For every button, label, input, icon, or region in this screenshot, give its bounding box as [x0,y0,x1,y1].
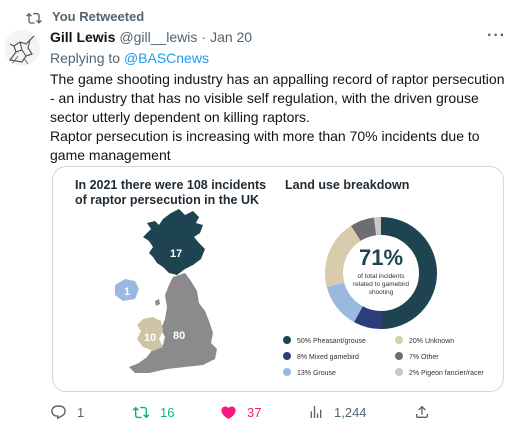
donut-percent: 71% [359,245,403,270]
share-icon [416,405,428,418]
tweet-date[interactable]: Jan 20 [210,29,252,45]
legend-label: 2% Pigeon fancier/racer [409,370,484,377]
reply-icon [51,405,66,420]
retweet-icon [26,12,42,24]
reply-button[interactable]: 1 [50,404,84,421]
tweet-text: The game shooting industry has an appall… [50,70,512,165]
donut-caption-line3: shooting [369,289,394,296]
retweet-count: 16 [160,405,175,420]
legend-swatch [283,336,291,344]
replying-to: Replying to @BASCnews [50,50,209,66]
infographic-svg: In 2021 there were 108 incidents of rapt… [75,178,484,377]
views-chart-icon [310,406,322,418]
label-wales: 10 [144,332,156,344]
left-title-line2: of raptor persecution in the UK [75,193,259,207]
left-title-line1: In 2021 there were 108 incidents [75,178,266,192]
like-button[interactable]: 37 [220,404,261,421]
separator-dot: · [201,29,207,45]
map-isle-of-man-icon [155,299,160,306]
author-name[interactable]: Gill Lewis [50,29,115,45]
retweet-button[interactable]: 16 [132,404,174,421]
donut-caption-line1: of total incidents [358,273,406,280]
map-scotland [143,209,205,275]
legend-swatch [395,336,403,344]
legend-swatch [283,368,291,376]
replying-to-label: Replying to [50,50,121,66]
author-avatar[interactable] [4,30,40,66]
uk-map: 17 1 10 80 [115,209,217,373]
share-button[interactable] [414,404,440,420]
legend-swatch [395,368,403,376]
heart-icon [221,406,236,419]
donut-legend: 50% Pheasant/grouse 20% Unknown 8% Mixed g… [283,336,484,377]
legend-swatch [283,352,291,360]
avatar-drawing-icon [4,30,40,66]
legend-label: 8% Mixed gamebird [297,354,359,361]
retweet-action-icon [132,406,150,419]
tweet-paragraph-2: Raptor persecution is increasing with mo… [50,128,480,163]
retweeted-indicator: You Retweeted [26,9,144,24]
legend-label: 13% Grouse [297,370,336,377]
more-options-icon[interactable]: ··· [487,27,506,45]
legend-swatch [395,352,403,360]
donut-slice-grouse [326,281,364,323]
replying-to-link[interactable]: @BASCnews [124,50,209,66]
label-scotland: 17 [170,248,182,260]
tweet-actions: 1 16 37 1,244 [50,404,450,426]
tweet-paragraph-1: The game shooting industry has an appall… [50,71,505,125]
legend-label: 20% Unknown [409,338,454,345]
author-handle[interactable]: @gill__lewis [119,29,197,45]
label-northern-ireland: 1 [124,286,130,298]
legend-label: 7% Other [409,354,439,361]
like-count: 37 [247,405,262,420]
label-england: 80 [173,330,185,342]
views-button[interactable]: 1,244 [308,404,367,420]
donut-caption-line2: related to gamebird [353,281,409,288]
legend-label: 50% Pheasant/grouse [297,338,366,345]
reply-count: 1 [77,405,85,420]
right-title: Land use breakdown [285,178,409,192]
donut-slice-other [350,217,377,242]
donut-slice-unknown [325,225,362,287]
donut-slice-mixed-gamebird [354,306,382,329]
retweeted-label: You Retweeted [52,9,145,24]
infographic-image[interactable]: In 2021 there were 108 incidents of rapt… [52,166,504,392]
tweet-header: Gill Lewis @gill__lewis · Jan 20 ··· [50,27,506,45]
views-count: 1,244 [334,404,367,420]
